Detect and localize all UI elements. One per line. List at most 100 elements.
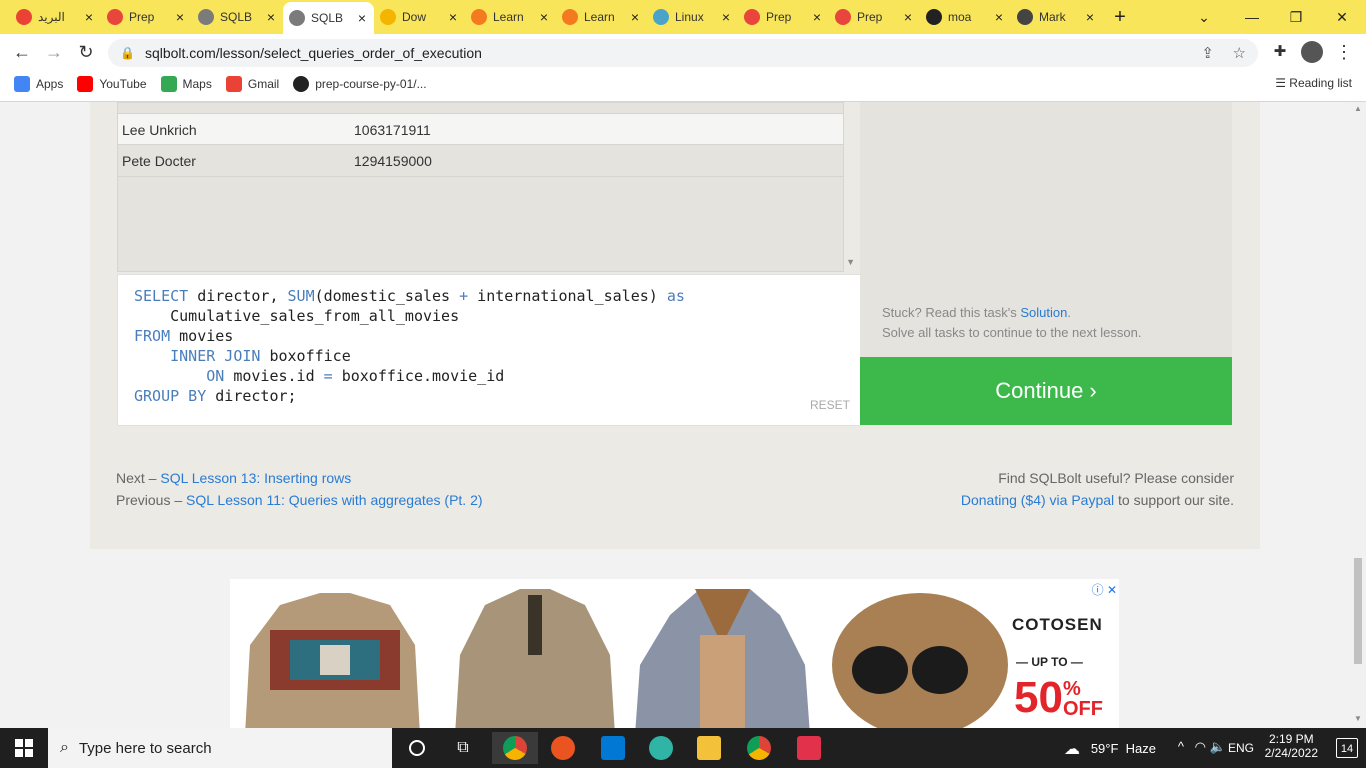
close-tab-icon[interactable]: ×: [629, 9, 641, 25]
minimize-button[interactable]: —: [1240, 5, 1264, 29]
browser-tab[interactable]: البريد ×: [10, 4, 101, 30]
page-content: Lee Unkrich 1063171911 Pete Docter 12941…: [0, 102, 1350, 728]
close-tab-icon[interactable]: ×: [538, 9, 550, 25]
bookmark-item[interactable]: YouTube: [77, 76, 147, 92]
close-tab-icon[interactable]: ×: [356, 10, 368, 26]
tab-title: البريد: [38, 10, 65, 24]
clock[interactable]: 2:19 PM 2/24/2022: [1265, 732, 1318, 760]
bookmark-label: Apps: [36, 77, 64, 91]
edge-icon[interactable]: [638, 732, 684, 764]
address-bar[interactable]: 🔒 sqlbolt.com/lesson/select_queries_orde…: [108, 39, 1258, 67]
search-placeholder: Type here to search: [78, 739, 212, 757]
reset-button[interactable]: RESET: [810, 395, 850, 415]
close-window-button[interactable]: ✕: [1330, 5, 1354, 29]
scroll-up-icon[interactable]: ▲: [1354, 104, 1362, 113]
bookmark-item[interactable]: Gmail: [225, 76, 279, 92]
tab-favicon-icon: [107, 9, 123, 25]
close-tab-icon[interactable]: ×: [174, 9, 186, 25]
url-text: sqlbolt.com/lesson/select_queries_order_…: [144, 45, 482, 61]
close-tab-icon[interactable]: ×: [265, 9, 277, 25]
scroll-down-icon[interactable]: ▼: [1354, 714, 1362, 723]
tab-title: Mark: [1039, 10, 1066, 24]
browser-menu-icon[interactable]: ⋮: [1332, 40, 1356, 64]
browser-tab[interactable]: SQLB ×: [283, 2, 374, 34]
browser-tab[interactable]: moa ×: [920, 4, 1011, 30]
close-tab-icon[interactable]: ×: [1084, 9, 1096, 25]
ad-discount: 50% OFF: [1014, 673, 1103, 722]
reading-list-button[interactable]: ☰ Reading list: [1275, 76, 1352, 90]
sales-cell: 1063171911: [354, 122, 431, 138]
vscode-icon[interactable]: [590, 732, 636, 764]
weather-text[interactable]: 59°F Haze: [1091, 741, 1156, 756]
bookmark-label: prep-course-py-01/...: [315, 77, 427, 91]
wifi-icon[interactable]: ◠: [1195, 739, 1206, 755]
restore-button[interactable]: ❐: [1284, 5, 1308, 29]
scrollbar-thumb[interactable]: [1354, 558, 1362, 664]
browser-tab[interactable]: Linux ×: [647, 4, 738, 30]
cortana-icon[interactable]: [394, 732, 440, 764]
browser-tab[interactable]: SQLB ×: [192, 4, 283, 30]
profile-avatar[interactable]: [1300, 40, 1324, 64]
browser-tab[interactable]: Prep ×: [101, 4, 192, 30]
browser-tab[interactable]: Prep ×: [738, 4, 829, 30]
tab-title: SQLB: [220, 10, 253, 24]
browser-tab[interactable]: Dow ×: [374, 4, 465, 30]
browser-tab[interactable]: Prep ×: [829, 4, 920, 30]
share-icon[interactable]: ⇪: [1201, 44, 1214, 62]
bookmark-item[interactable]: prep-course-py-01/...: [293, 76, 427, 92]
close-tab-icon[interactable]: ×: [902, 9, 914, 25]
tab-title: Learn: [584, 10, 615, 24]
file-explorer-icon[interactable]: [686, 732, 732, 764]
sql-editor[interactable]: SELECT director, SUM(domestic_sales + in…: [117, 274, 861, 426]
windows-logo-icon: [15, 739, 33, 757]
browser-tab[interactable]: Learn ×: [465, 4, 556, 30]
next-lesson-link[interactable]: SQL Lesson 13: Inserting rows: [160, 470, 351, 486]
ubuntu-icon[interactable]: [540, 732, 586, 764]
advertisement-banner[interactable]: COTOSEN — UP TO — 50% OFF ⓘ ✕: [230, 579, 1119, 728]
tab-favicon-icon: [471, 9, 487, 25]
close-tab-icon[interactable]: ×: [993, 9, 1005, 25]
chevron-up-icon[interactable]: ^: [1178, 739, 1184, 754]
tab-search-icon[interactable]: ⌄: [1192, 5, 1216, 29]
close-tab-icon[interactable]: ×: [720, 9, 732, 25]
tab-favicon-icon: [1017, 9, 1033, 25]
back-button[interactable]: ←: [10, 40, 34, 64]
tab-favicon-icon: [653, 9, 669, 25]
bookmark-label: YouTube: [99, 77, 147, 91]
tab-title: SQLB: [311, 11, 344, 25]
bookmark-item[interactable]: Apps: [14, 76, 63, 92]
previous-lesson-link[interactable]: SQL Lesson 11: Queries with aggregates (…: [186, 492, 483, 508]
tab-title: moa: [948, 10, 972, 24]
close-tab-icon[interactable]: ×: [447, 9, 459, 25]
ad-brand: COTOSEN: [1012, 615, 1103, 634]
tab-favicon-icon: [744, 9, 760, 25]
chrome-icon[interactable]: [736, 732, 782, 764]
donate-link[interactable]: Donating ($4) via Paypal: [961, 492, 1114, 508]
language-indicator[interactable]: ENG: [1228, 741, 1254, 755]
results-scroll-down-icon[interactable]: ▼: [846, 257, 855, 267]
chrome-taskbar-icon[interactable]: [492, 732, 538, 764]
bookmark-star-icon[interactable]: ☆: [1233, 44, 1246, 62]
director-cell: Pete Docter: [122, 153, 196, 169]
continue-button[interactable]: Continue ›: [860, 357, 1232, 425]
page-scrollbar[interactable]: ▲ ▼: [1350, 102, 1366, 728]
start-button[interactable]: [0, 728, 48, 768]
notification-icon[interactable]: 14: [1336, 738, 1358, 758]
task-view-icon[interactable]: ⧉: [440, 732, 486, 764]
bookmark-item[interactable]: Maps: [160, 76, 212, 92]
taskbar-search[interactable]: ⌕ Type here to search: [48, 728, 392, 768]
tab-strip: البريد × Prep × SQLB × SQLB × Dow × Learn × Learn × Li…: [0, 0, 1366, 34]
new-tab-button[interactable]: +: [1108, 4, 1132, 30]
volume-icon[interactable]: 🔈: [1210, 739, 1226, 755]
close-tab-icon[interactable]: ×: [83, 9, 95, 25]
table-row: Lee Unkrich 1063171911: [118, 113, 843, 145]
extensions-icon[interactable]: ✚: [1268, 40, 1292, 64]
browser-tab[interactable]: Mark ×: [1011, 4, 1102, 30]
solution-link[interactable]: Solution: [1020, 305, 1067, 320]
forward-button[interactable]: →: [42, 40, 66, 64]
ad-choices-icon[interactable]: ⓘ ✕: [1092, 581, 1117, 598]
close-tab-icon[interactable]: ×: [811, 9, 823, 25]
browser-tab[interactable]: Learn ×: [556, 4, 647, 30]
reload-button[interactable]: ↻: [74, 40, 98, 64]
app-icon[interactable]: [786, 732, 832, 764]
